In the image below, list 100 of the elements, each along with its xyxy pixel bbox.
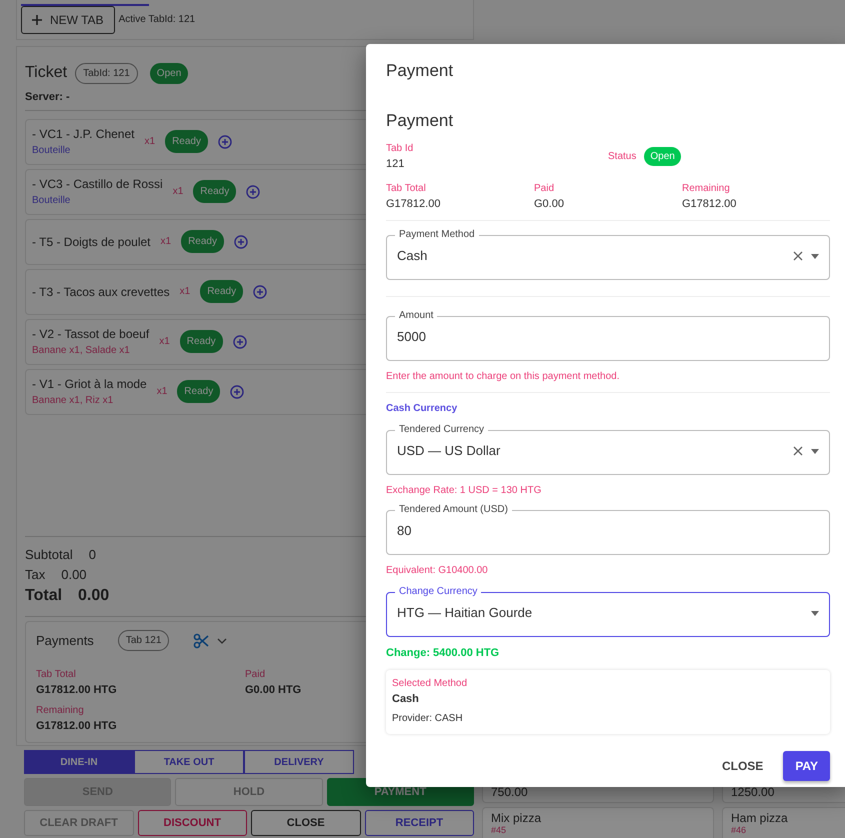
close-icon[interactable] xyxy=(793,446,803,456)
chevron-down-icon[interactable] xyxy=(217,638,228,644)
summary-label: Paid xyxy=(245,668,266,682)
dropdown-caret-icon[interactable] xyxy=(811,610,819,616)
equivalent-text: Equivalent: G10400.00 xyxy=(386,564,489,578)
field-value: 121 xyxy=(386,157,406,172)
item-quantity: x1 xyxy=(156,385,168,399)
item-name: - V2 - Tassot de boeuf xyxy=(32,326,150,343)
scissors-icon[interactable] xyxy=(193,632,210,648)
plus-circle-icon[interactable] xyxy=(246,184,260,198)
plus-circle-icon[interactable] xyxy=(253,284,268,298)
ready-status-badge: Ready xyxy=(180,330,223,353)
product-code: #45 xyxy=(491,825,508,835)
item-modifiers: Banane x1, Riz x1 xyxy=(32,394,114,408)
dropdown-caret-icon[interactable] xyxy=(811,254,819,258)
plus-circle-icon[interactable] xyxy=(232,334,247,348)
close-icon[interactable] xyxy=(793,251,803,261)
helper-text: Enter the amount to charge on this payment method. xyxy=(386,370,620,384)
change-currency-select[interactable]: Change Currency HTG — Haitian Gourde xyxy=(386,586,830,637)
plus-circle-icon[interactable] xyxy=(234,234,248,248)
plus-circle-icon[interactable] xyxy=(230,384,244,398)
field-label: Selected Method xyxy=(392,676,468,690)
total-label: Total xyxy=(25,586,62,606)
ready-status-badge: Ready xyxy=(200,280,244,303)
order-type-tab[interactable]: DELIVERY xyxy=(244,750,354,774)
status-badge: Open xyxy=(644,147,681,166)
ticket-title: Ticket xyxy=(25,63,68,83)
product-price: 750.00 xyxy=(491,785,528,799)
item-quantity: x1 xyxy=(144,135,156,149)
item-quantity: x1 xyxy=(180,285,190,299)
plus-circle-icon[interactable] xyxy=(218,134,232,148)
tab-id-badge: TabId: 121 xyxy=(75,62,138,84)
summary-value: G0.00 HTG xyxy=(245,683,302,698)
item-modifiers: Banane x1, Salade x1 xyxy=(32,344,131,358)
active-tab-label: Active TabId: 121 xyxy=(118,13,196,27)
field-value: 80 xyxy=(397,522,412,540)
item-variant: Bouteille xyxy=(32,144,72,158)
item-quantity: x1 xyxy=(172,185,184,199)
item-name: - T5 - Doigts de poulet xyxy=(32,234,151,250)
total-value: 0.00 xyxy=(78,586,110,606)
dropdown-caret-icon[interactable] xyxy=(811,448,819,454)
field-value: USD — US Dollar xyxy=(397,442,502,460)
field-label: Tendered Amount (USD) xyxy=(398,504,509,516)
field-value: G0.00 xyxy=(534,196,565,212)
action-button[interactable]: CLOSE xyxy=(251,810,360,836)
order-type-tab[interactable]: DINE-IN xyxy=(24,750,134,774)
tendered-currency-select[interactable]: Tendered Currency USD — US Dollar xyxy=(386,424,830,475)
action-button[interactable]: DISCOUNT xyxy=(138,810,247,836)
action-button[interactable]: RECEIPT xyxy=(364,810,474,836)
status-badge: Open xyxy=(150,62,188,84)
summary-value: G17812.00 HTG xyxy=(36,683,117,698)
exchange-rate-text: Exchange Rate: 1 USD = 130 HTG xyxy=(386,484,542,498)
close-button[interactable]: CLOSE xyxy=(710,751,776,781)
ready-status-badge: Ready xyxy=(193,180,236,203)
ready-status-badge: Ready xyxy=(181,230,224,253)
total-value: 0.00 xyxy=(61,566,87,584)
product-name: Mix pizza xyxy=(491,811,542,825)
field-label: Payment Method xyxy=(398,229,476,241)
total-value: 0 xyxy=(88,546,96,564)
total-label: Tax xyxy=(25,566,46,584)
field-value: 5000 xyxy=(397,328,427,346)
product-code: #46 xyxy=(731,825,748,835)
item-name: - VC1 - J.P. Chenet xyxy=(32,126,134,143)
product-price: 1250.00 xyxy=(731,785,774,799)
field-label: Tab Id xyxy=(386,142,414,156)
field-label: Amount xyxy=(398,310,434,322)
ready-status-badge: Ready xyxy=(165,130,208,153)
field-value: G17812.00 xyxy=(682,196,738,212)
field-label: Status xyxy=(608,150,636,164)
payment-method-select[interactable]: Payment Method Cash xyxy=(386,229,830,280)
method-name: Cash xyxy=(392,692,420,706)
order-type-tab[interactable]: TAKE OUT xyxy=(134,750,244,774)
change-text: Change: 5400.00 HTG xyxy=(386,646,500,661)
summary-label: Remaining xyxy=(36,704,84,718)
dialog-title: Payment xyxy=(386,60,454,82)
section-title: Cash Currency xyxy=(386,402,458,416)
summary-label: Tab Total xyxy=(36,668,76,682)
tendered-amount-input[interactable]: Tendered Amount (USD) 80 xyxy=(386,504,830,555)
item-name: - VC3 - Castillo de Rossi xyxy=(32,176,163,193)
total-label: Subtotal xyxy=(25,546,73,564)
field-label: Paid xyxy=(534,182,555,196)
provider-text: Provider: CASH xyxy=(392,712,464,726)
item-name: - V1 - Griot à la mode xyxy=(32,376,147,393)
field-value: Cash xyxy=(397,247,428,266)
payment-heading: Payment xyxy=(386,110,454,132)
field-label: Tendered Currency xyxy=(398,424,486,436)
plus-icon xyxy=(32,14,42,24)
pay-button[interactable]: PAY xyxy=(783,751,830,781)
summary-value: G17812.00 HTG xyxy=(36,718,117,734)
field-label: Remaining xyxy=(682,182,731,196)
item-quantity: x1 xyxy=(159,335,170,349)
product-name: Ham pizza xyxy=(731,811,789,825)
ready-status-badge: Ready xyxy=(177,380,220,403)
amount-input[interactable]: Amount 5000 xyxy=(386,310,830,361)
item-variant: Bouteille xyxy=(32,194,72,208)
item-name: - T3 - Tacos aux crevettes xyxy=(32,284,170,300)
server-label: Server: - xyxy=(25,90,71,105)
tab-badge: Tab 121 xyxy=(118,630,170,651)
new-tab-button[interactable]: NEW TAB xyxy=(21,6,115,34)
field-value: HTG — Haitian Gourde xyxy=(397,604,534,622)
